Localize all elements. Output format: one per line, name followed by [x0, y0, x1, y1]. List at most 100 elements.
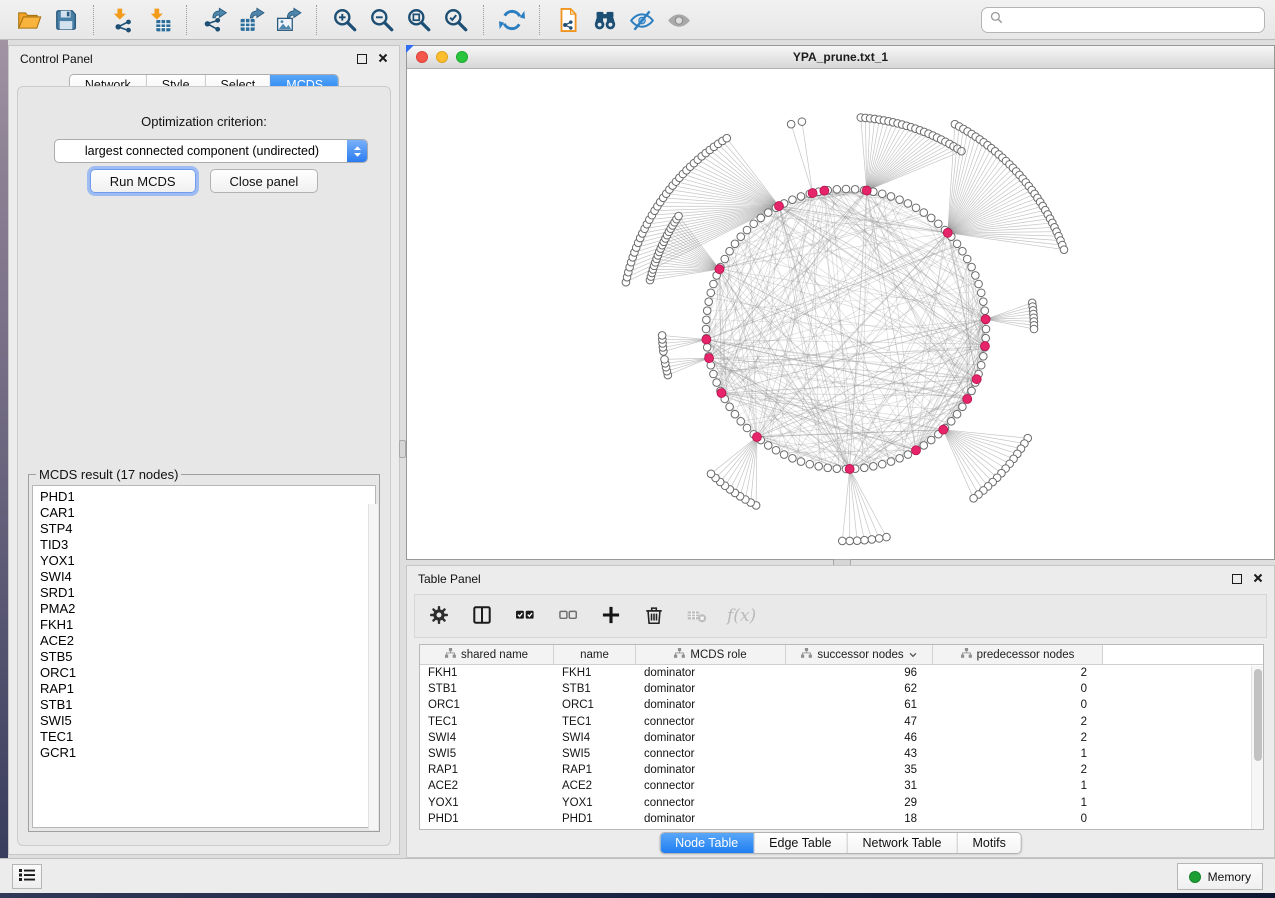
- task-history-button[interactable]: [12, 864, 42, 889]
- zoom-out-icon: [369, 7, 395, 33]
- table-row[interactable]: YOX1YOX1connector291: [420, 795, 1263, 811]
- table-row[interactable]: STB1STB1dominator620: [420, 681, 1263, 697]
- tab-motifs[interactable]: Motifs: [956, 833, 1020, 853]
- minimize-window-icon[interactable]: [436, 51, 448, 63]
- table-cell: 46: [786, 732, 933, 744]
- column-header-name[interactable]: name: [554, 645, 636, 664]
- table-cell: connector: [636, 780, 786, 792]
- import-table-button[interactable]: [140, 3, 177, 37]
- table-cell: 1: [933, 780, 1103, 792]
- table-scrollbar[interactable]: [1251, 666, 1263, 829]
- close-window-icon[interactable]: [416, 51, 428, 63]
- run-mcds-button[interactable]: Run MCDS: [90, 169, 196, 193]
- export-table-icon: [239, 7, 265, 33]
- mcds-result-item[interactable]: FKH1: [40, 617, 375, 633]
- table-cell: TEC1: [554, 716, 636, 728]
- open-session-button[interactable]: [10, 3, 47, 37]
- mcds-result-item[interactable]: RAP1: [40, 681, 375, 697]
- mcds-result-item[interactable]: GCR1: [40, 745, 375, 761]
- export-table-button[interactable]: [233, 3, 270, 37]
- mcds-result-item[interactable]: YOX1: [40, 553, 375, 569]
- table-row[interactable]: SWI4SWI4dominator462: [420, 730, 1263, 746]
- close-panel-icon[interactable]: [1253, 572, 1263, 586]
- table-row[interactable]: FKH1FKH1dominator962: [420, 665, 1263, 681]
- export-network-button[interactable]: [196, 3, 233, 37]
- create-column-button[interactable]: [598, 603, 624, 629]
- mcds-result-item[interactable]: SRD1: [40, 585, 375, 601]
- tab-node-table[interactable]: Node Table: [660, 833, 753, 853]
- select-all-button[interactable]: [512, 603, 538, 629]
- table-panel-title: Table Panel: [418, 572, 481, 586]
- mcds-result-item[interactable]: STB5: [40, 649, 375, 665]
- toolbar-separator: [186, 5, 187, 35]
- network-graph[interactable]: [407, 69, 1274, 559]
- table-cell: PHD1: [420, 813, 554, 825]
- mcds-result-item[interactable]: ACE2: [40, 633, 375, 649]
- table-cell: SWI5: [554, 748, 636, 760]
- column-header-shared-name[interactable]: shared name: [420, 645, 554, 664]
- zoom-selected-icon: [443, 7, 469, 33]
- sort-chevron-icon: [909, 649, 917, 661]
- mcds-result-item[interactable]: SWI4: [40, 569, 375, 585]
- table-row[interactable]: RAP1RAP1dominator352: [420, 762, 1263, 778]
- zoom-selected-button[interactable]: [437, 3, 474, 37]
- delete-column-button[interactable]: [641, 603, 667, 629]
- mcds-result-list[interactable]: PHD1CAR1STP4TID3YOX1SWI4SRD1PMA2FKH1ACE2…: [32, 485, 376, 828]
- tab-edge-table[interactable]: Edge Table: [753, 833, 846, 853]
- table-row[interactable]: SWI5SWI5connector431: [420, 746, 1263, 762]
- import-network-button[interactable]: [103, 3, 140, 37]
- maximize-window-icon[interactable]: [456, 51, 468, 63]
- close-panel-button[interactable]: Close panel: [210, 169, 319, 193]
- sitemap-icon: [961, 648, 972, 661]
- memory-button[interactable]: Memory: [1177, 863, 1263, 890]
- table-row[interactable]: ORC1ORC1dominator610: [420, 697, 1263, 713]
- save-session-button[interactable]: [47, 3, 84, 37]
- mcds-result-item[interactable]: TEC1: [40, 729, 375, 745]
- float-panel-icon[interactable]: [357, 54, 367, 64]
- table-settings-button[interactable]: [426, 603, 452, 629]
- mcds-result-item[interactable]: STP4: [40, 521, 375, 537]
- column-header-predecessor-nodes[interactable]: predecessor nodes: [933, 645, 1103, 664]
- vertical-splitter-grip[interactable]: [399, 440, 406, 458]
- mcds-result-item[interactable]: ORC1: [40, 665, 375, 681]
- column-header-mcds-role[interactable]: MCDS role: [636, 645, 786, 664]
- search-icon: [990, 11, 1003, 29]
- mcds-result-item[interactable]: TID3: [40, 537, 375, 553]
- delete-table-button[interactable]: [684, 603, 710, 629]
- mcds-tab-content: Optimization criterion: largest connecte…: [17, 86, 391, 846]
- eye-slash-icon: [629, 7, 655, 33]
- criterion-select[interactable]: largest connected component (undirected): [54, 139, 368, 163]
- float-panel-icon[interactable]: [1232, 574, 1242, 584]
- zoom-out-button[interactable]: [363, 3, 400, 37]
- deselect-all-button[interactable]: [555, 603, 581, 629]
- table-row[interactable]: ACE2ACE2connector311: [420, 778, 1263, 794]
- table-cell: 2: [933, 716, 1103, 728]
- mcds-result-item[interactable]: CAR1: [40, 505, 375, 521]
- network-canvas[interactable]: [407, 69, 1274, 559]
- show-all-button[interactable]: [660, 3, 697, 37]
- mcds-result-item[interactable]: PMA2: [40, 601, 375, 617]
- search-input[interactable]: [1009, 13, 1256, 27]
- refresh-button[interactable]: [493, 3, 530, 37]
- show-columns-button[interactable]: [469, 603, 495, 629]
- export-image-button[interactable]: [270, 3, 307, 37]
- function-builder-button[interactable]: f(x): [727, 603, 756, 629]
- sitemap-icon: [801, 648, 812, 661]
- table-row[interactable]: PHD1PHD1dominator180: [420, 811, 1263, 827]
- mcds-result-item[interactable]: SWI5: [40, 713, 375, 729]
- table-cell: 29: [786, 797, 933, 809]
- share-document-button[interactable]: [549, 3, 586, 37]
- mcds-result-item[interactable]: STB1: [40, 697, 375, 713]
- zoom-fit-button[interactable]: [400, 3, 437, 37]
- hide-selected-button[interactable]: [623, 3, 660, 37]
- mcds-list-scrollbar[interactable]: [368, 504, 378, 830]
- table-cell: 2: [933, 732, 1103, 744]
- table-row[interactable]: TEC1TEC1connector472: [420, 714, 1263, 730]
- column-header-successor-nodes[interactable]: successor nodes: [786, 645, 933, 664]
- close-panel-icon[interactable]: [378, 52, 388, 66]
- tab-network-table[interactable]: Network Table: [847, 833, 957, 853]
- search-network-button[interactable]: [586, 3, 623, 37]
- zoom-in-button[interactable]: [326, 3, 363, 37]
- mcds-result-item[interactable]: PHD1: [40, 489, 375, 505]
- table-scrollbar-thumb[interactable]: [1254, 669, 1262, 761]
